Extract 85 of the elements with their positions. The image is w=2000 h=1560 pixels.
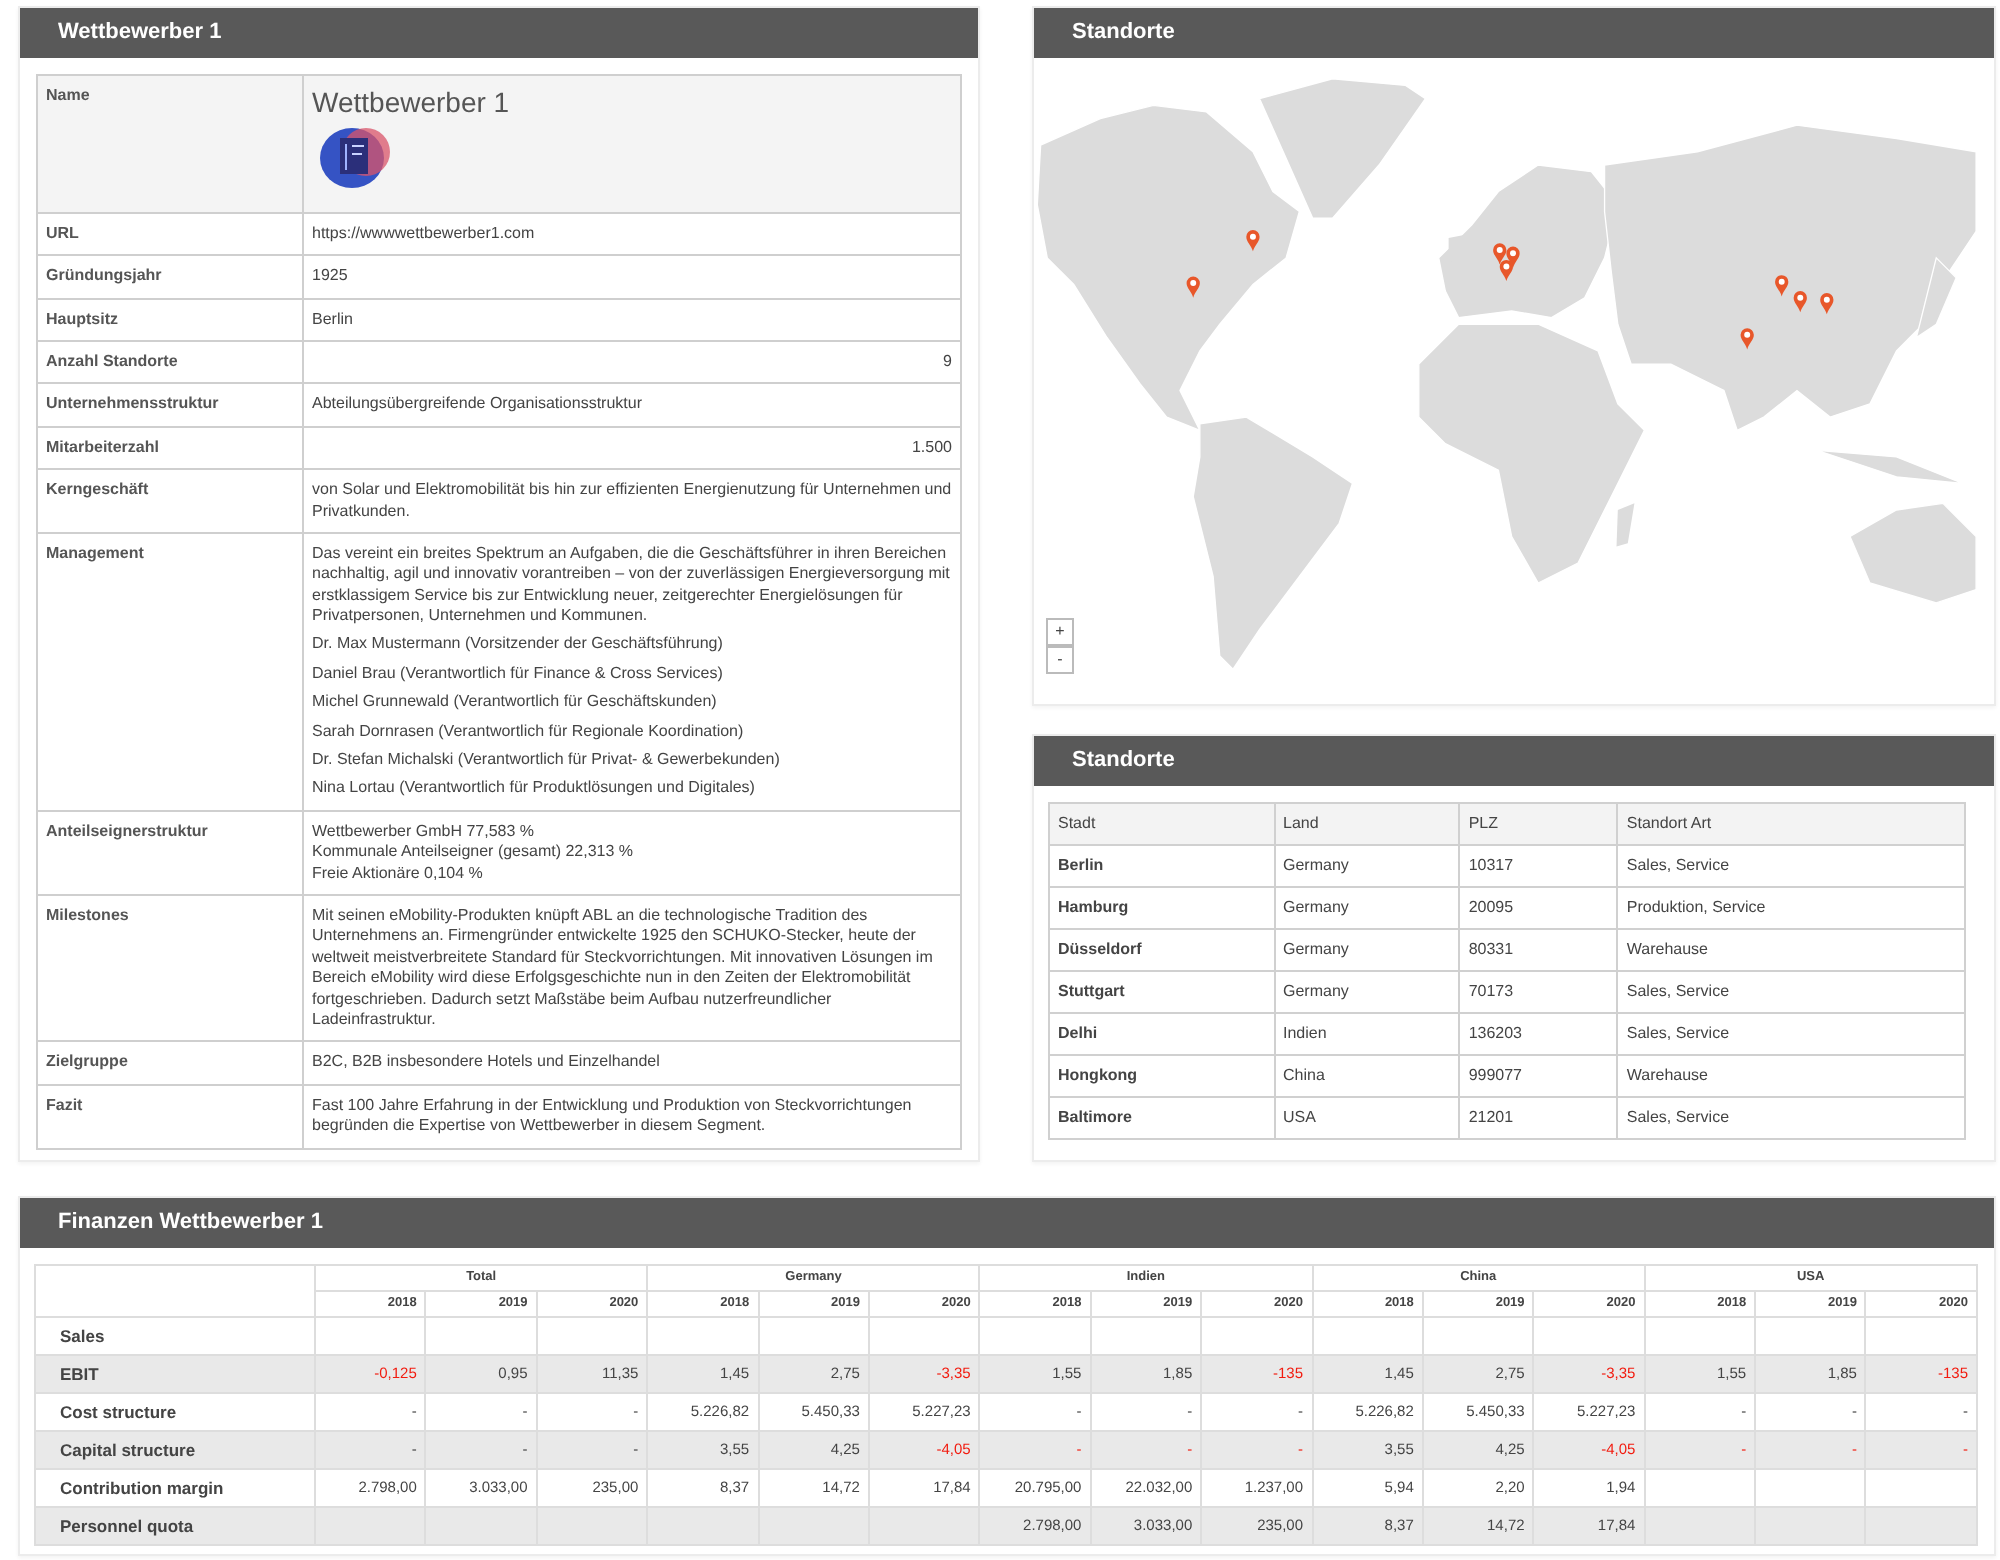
table-cell: Germany: [1274, 929, 1460, 971]
panel-header: Standorte: [1034, 8, 1994, 58]
map-pin-icon[interactable]: [1740, 328, 1754, 350]
island-drawing: [1616, 503, 1635, 547]
field-label: Unternehmensstruktur: [37, 383, 303, 427]
field-value: 1.500: [303, 426, 961, 470]
panel-header: Standorte: [1034, 736, 1994, 786]
table-cell: Sales, Service: [1617, 971, 1965, 1013]
field-label: URL: [37, 212, 303, 256]
field-label: Mitarbeiterzahl: [37, 426, 303, 470]
table-cell: Delhi: [1049, 1013, 1274, 1055]
field-label: Milestones: [37, 895, 303, 1042]
field-label: Hauptsitz: [37, 298, 303, 341]
field-label: Management: [37, 532, 303, 811]
field-value: 1925: [303, 255, 961, 299]
table-cell: 136203: [1459, 1013, 1618, 1055]
table-cell: 70173: [1459, 971, 1618, 1013]
zoom-out-button[interactable]: -: [1046, 646, 1074, 674]
map-pin-icon[interactable]: [1775, 275, 1789, 297]
table-cell: Warehause: [1617, 929, 1965, 971]
table-cell: Berlin: [1049, 845, 1274, 887]
person-entry: Daniel Brau (Verantwortlich für Finance & Cross Services): [312, 663, 725, 685]
table-cell: Germany: [1274, 887, 1460, 929]
field-label: Fazit: [37, 1084, 303, 1149]
map-pin-icon[interactable]: [1793, 291, 1807, 313]
shareholder-entry: Kommunale Anteilseigner (gesamt) 22,313 %: [312, 842, 636, 864]
table-cell: 20095: [1459, 887, 1618, 929]
description-text: Das vereint ein breites Spektrum an Aufgaben, die die Geschäftsführer in ihren Bereichen nachhaltig, agil und innovativ vorantreiben – von der zuverlässigen Energieversorgung mit erstklassigem Service bis zur Entwicklung neuer, zeitgerechter Energielösungen für Privatpersonen, Unternehmen und Kommunen.: [312, 543, 952, 627]
field-label: Anzahl Standorte: [37, 340, 303, 384]
table-cell: 21201: [1459, 1097, 1618, 1139]
field-label: Zielgruppe: [37, 1041, 303, 1085]
field-label: Kerngeschäft: [37, 469, 303, 533]
row-label: Capital structure: [35, 1431, 315, 1469]
map-pin-icon[interactable]: [1186, 276, 1200, 298]
table-cell: 80331: [1459, 929, 1618, 971]
field-value: von Solar und Elektromobilität bis hin zur effizienten Energienutzung für Unternehmen und Privatkunden.: [303, 469, 961, 533]
panel-header: Wettbewerber 1: [20, 8, 978, 58]
field-value: Mit seinen eMobility-Produkten knüpft ABL an die technologische Tradition des Unternehmens an. Firmengründer entwickelte 1925 den SCHUKO-Stecker, heute der weltweit meistverbreitete Standard für Steckvorrichtungen. Mit innovativen Lösungen im Bereich eMobility wird diese Erfolgsgeschichte nun in den Zeiten der Elektromobilität fortgeschrieben. Dadurch setzt Maßstäbe beim Aufbau nutzerfreundlicher Ladeinfrastruktur.: [303, 895, 961, 1042]
table-cell: Produktion, Service: [1617, 887, 1965, 929]
field-label: Name: [37, 75, 303, 213]
field-value: Berlin: [303, 298, 961, 341]
person-entry: Dr. Stefan Michalski (Verantwortlich für Privat- & Gewerbekunden): [312, 750, 782, 771]
table-cell: USA: [1274, 1097, 1460, 1139]
field-label: Gründungsjahr: [37, 255, 303, 299]
table-cell: Sales, Service: [1617, 1013, 1965, 1055]
field-value: Abteilungsübergreifende Organisationsstruktur: [303, 383, 961, 427]
table-cell: Germany: [1274, 971, 1460, 1013]
field-value: https://wwwwettbewerber1.com: [303, 212, 961, 256]
column-header: Standort Art: [1617, 803, 1965, 845]
map-pin-icon[interactable]: [1493, 243, 1507, 265]
person-entry: Dr. Max Mustermann (Vorsitzender der Geschäftsführung): [312, 634, 725, 656]
person-entry: Nina Lortau (Verantwortlich für Produktlösungen und Digitales): [312, 778, 757, 800]
column-header: Stadt: [1049, 803, 1274, 845]
table-cell: China: [1274, 1055, 1460, 1097]
table-cell: Baltimore: [1049, 1097, 1274, 1139]
table-cell: Sales, Service: [1617, 845, 1965, 887]
company-logo-icon: [318, 125, 394, 190]
table-cell: 10317: [1459, 845, 1618, 887]
row-label: Personnel quota: [35, 1507, 315, 1545]
table-cell: Indien: [1274, 1013, 1460, 1055]
shareholder-entry: Wettbewerber GmbH 77,583 %: [312, 821, 537, 843]
field-value: 9: [303, 340, 961, 384]
table-cell: Hongkong: [1049, 1055, 1274, 1097]
column-header: PLZ: [1459, 803, 1618, 845]
table-cell: Hamburg: [1049, 887, 1274, 929]
field-label: Anteilseignerstruktur: [37, 810, 303, 895]
field-value: Fast 100 Jahre Erfahrung in der Entwicklung und Produktion von Steckvorrichtungen begründen die Expertise von Wettbewerber in diesem Segment.: [303, 1084, 961, 1149]
table-cell: Germany: [1274, 845, 1460, 887]
shareholder-entry: Freie Aktionäre 0,104 %: [312, 863, 485, 884]
column-header: Land: [1274, 803, 1460, 845]
panel-header: Finanzen Wettbewerber 1: [20, 1198, 1994, 1248]
table-cell: Düsseldorf: [1049, 929, 1274, 971]
map-pin-icon[interactable]: [1499, 259, 1513, 282]
company-name: Wettbewerber 1: [312, 86, 512, 120]
table-cell: Warehause: [1617, 1055, 1965, 1097]
table-cell: 999077: [1459, 1055, 1618, 1097]
table-cell: Stuttgart: [1049, 971, 1274, 1013]
person-entry: Michel Grunnewald (Verantwortlich für Geschäftskunden): [312, 692, 719, 714]
table-cell: Sales, Service: [1617, 1097, 1965, 1139]
map-pin-icon[interactable]: [1820, 293, 1834, 315]
field-value: B2C, B2B insbesondere Hotels und Einzelhandel: [303, 1041, 961, 1085]
map-pin-icon[interactable]: [1246, 230, 1260, 252]
row-label: EBIT: [35, 1355, 315, 1393]
person-entry: Sarah Dornrasen (Verantwortlich für Regionale Koordination): [312, 721, 746, 743]
zoom-in-button[interactable]: +: [1046, 618, 1074, 646]
